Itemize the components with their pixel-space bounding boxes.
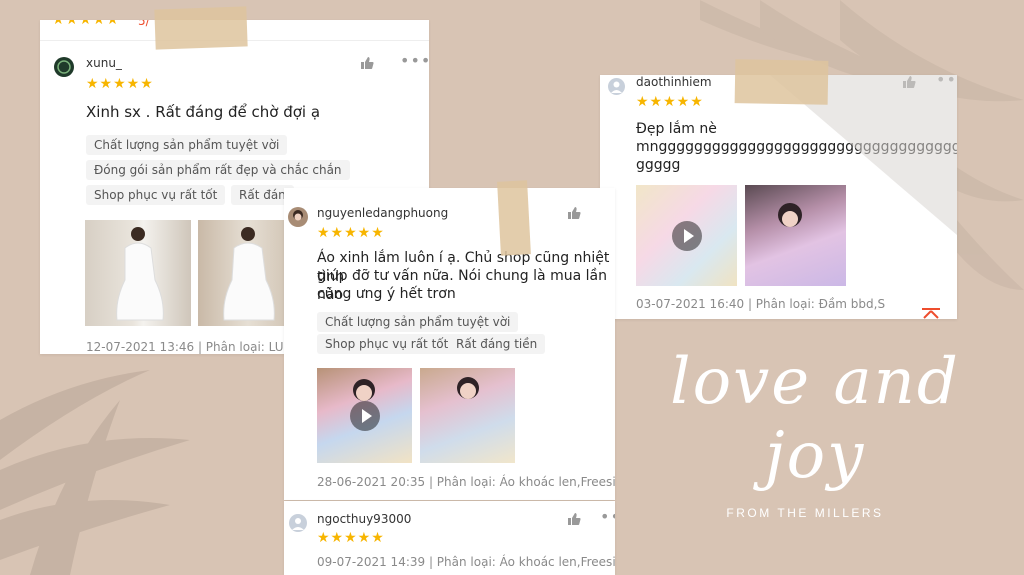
review-video[interactable] [317,368,412,463]
review-meta: 12-07-2021 13:46 | Phân loại: LUC [86,340,292,354]
review-tag: Đóng gói sản phẩm rất đẹp và chắc chắn [86,160,350,180]
rating-count: 5/ [138,20,150,28]
review-text-line: cũng ưng ý hết trơn [317,286,456,302]
tape-decoration [497,180,531,256]
rating-stars: ★★★★★ [317,225,385,241]
review-card-4: ngocthuy93000 ★★★★★ ••• 09-07-2021 14:39… [284,501,615,575]
more-icon[interactable]: ••• [600,509,615,525]
review-tag: Chất lượng sản phẩm tuyệt vời [86,135,288,155]
review-photo[interactable] [420,368,515,463]
review-meta: 28-06-2021 20:35 | Phân loại: Áo khoác l… [317,475,615,489]
rating-stars: ★★★★★ [86,76,154,92]
review-photo[interactable] [85,220,191,326]
review-text: Xinh sx . Rất đáng để chờ đợi ạ [86,103,321,121]
reviewer-username[interactable]: nguyenledangphuong [317,206,448,220]
rating-stars: ★★★★★ [317,530,385,546]
review-tag: Shop phục vụ rất tốt [317,334,457,354]
rating-stars: ★★★★★ [52,20,120,28]
subtitle: FROM THE MILLERS [726,506,884,520]
paper-fold-decoration [770,75,957,235]
review-meta: 09-07-2021 14:39 | Phân loại: Áo khoác l… [317,555,615,569]
thumbs-up-icon[interactable] [360,56,374,70]
review-tag: Shop phục vụ rất tốt [86,185,226,205]
user-avatar-icon[interactable] [288,207,308,227]
user-avatar-icon[interactable] [54,57,74,77]
reviewer-username[interactable]: ngocthuy93000 [317,512,411,526]
thumbs-up-icon[interactable] [567,512,581,526]
review-photo[interactable] [198,220,298,326]
tape-decoration [154,6,248,50]
review-tag: Chất lượng sản phẩm tuyệt vời [317,312,519,332]
tape-decoration [734,59,829,105]
review-card-2: nguyenledangphuong ★★★★★ Áo xinh lắm luô… [284,188,615,500]
user-avatar-icon[interactable] [289,514,307,532]
reviewer-username[interactable]: xunu_ [86,56,122,70]
thumbs-up-icon[interactable] [567,206,581,220]
play-icon[interactable] [349,400,380,431]
review-tag: Rất đáng tiền [448,334,546,354]
script-title: love and joy [670,345,960,493]
more-icon[interactable]: ••• [400,53,429,69]
